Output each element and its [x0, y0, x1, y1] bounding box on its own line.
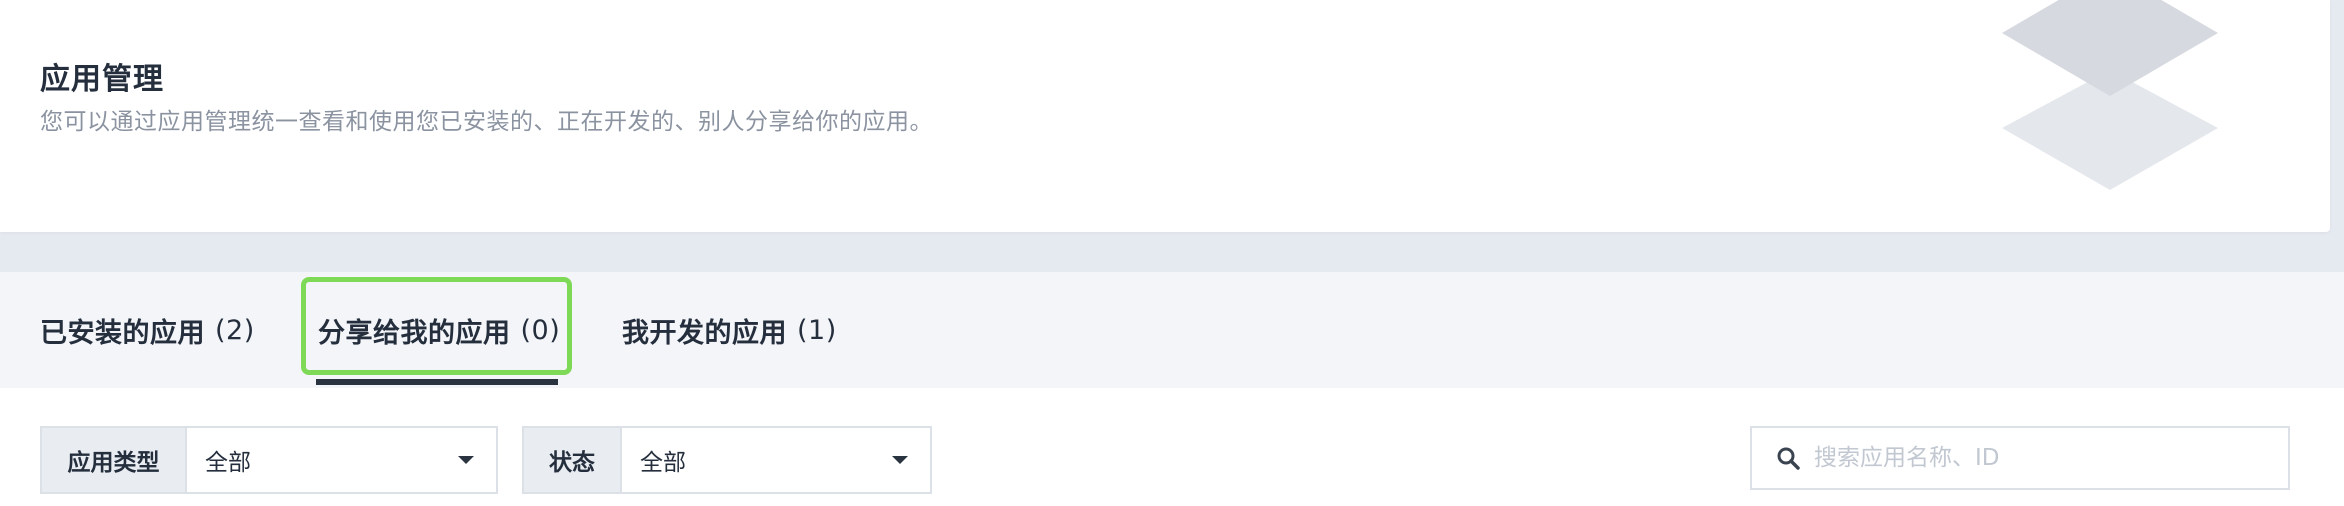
- tab-my-developed-apps[interactable]: 我开发的应用 (1): [622, 272, 837, 388]
- tab-installed-apps[interactable]: 已安装的应用 (2): [40, 272, 255, 388]
- search-icon: [1777, 447, 1800, 470]
- search-box: [1750, 426, 2290, 490]
- status-filter: 状态 全部: [522, 426, 932, 494]
- app-type-select-value: 全部: [205, 450, 251, 476]
- highlight-box: [301, 277, 572, 375]
- status-select[interactable]: 全部: [622, 428, 930, 492]
- page-description: 您可以通过应用管理统一查看和使用您已安装的、正在开发的、别人分享给你的应用。: [40, 109, 933, 135]
- chevron-down-icon: [892, 456, 908, 464]
- layers-icon: [2002, 0, 2218, 190]
- chevron-down-icon: [458, 456, 474, 464]
- app-type-filter-label: 应用类型: [42, 428, 187, 492]
- active-tab-indicator: [316, 379, 558, 385]
- search-input[interactable]: [1814, 445, 2274, 471]
- tab-count: (1): [797, 314, 837, 346]
- app-type-filter: 应用类型 全部: [40, 426, 498, 494]
- page-title: 应用管理: [40, 62, 164, 97]
- tab-count: (2): [215, 314, 255, 346]
- page-header: 应用管理 您可以通过应用管理统一查看和使用您已安装的、正在开发的、别人分享给你的…: [0, 0, 2330, 232]
- status-filter-label: 状态: [524, 428, 622, 492]
- tab-label: 已安装的应用: [40, 317, 205, 349]
- filter-bar: 应用类型 全部 状态 全部: [0, 388, 2344, 506]
- tab-label: 我开发的应用: [622, 317, 787, 349]
- app-type-select[interactable]: 全部: [187, 428, 496, 492]
- status-select-value: 全部: [640, 450, 686, 476]
